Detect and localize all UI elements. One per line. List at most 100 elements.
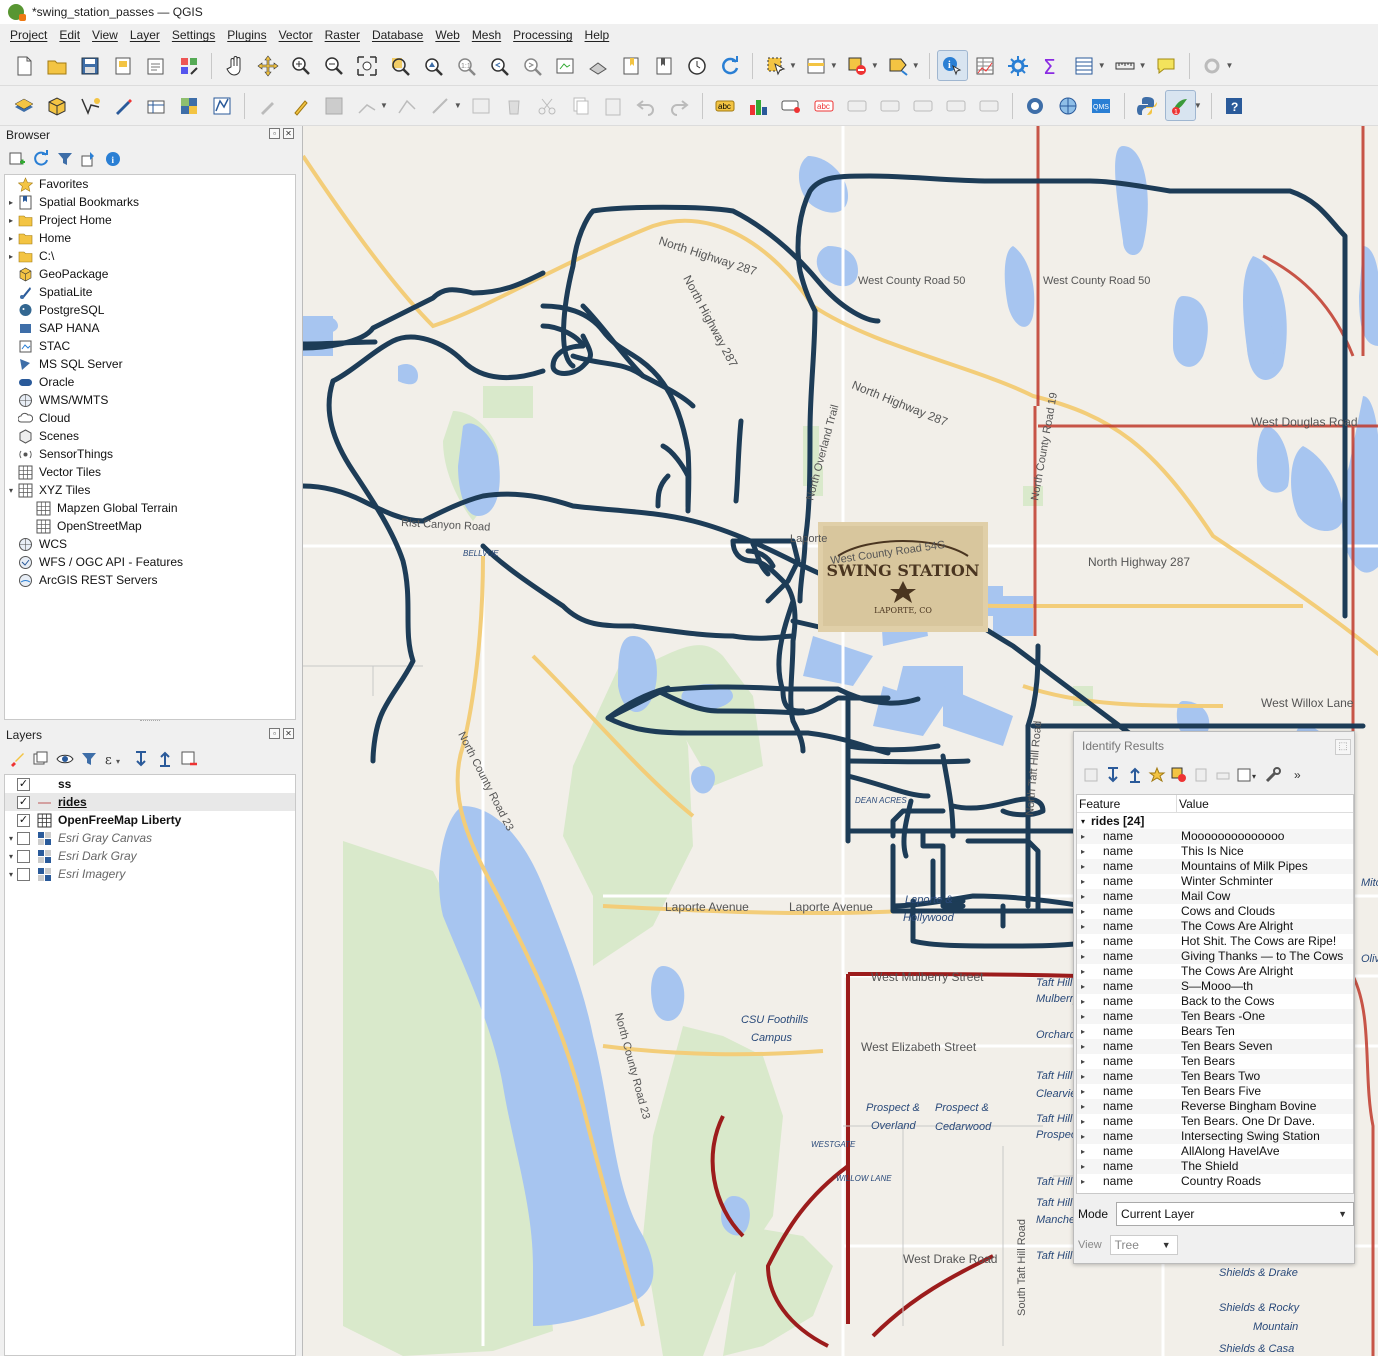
zoom-to-selection-icon[interactable]	[384, 50, 415, 81]
browser-item-geopackage[interactable]: GeoPackage	[5, 265, 295, 283]
chevron-down-icon[interactable]: ▼	[1098, 61, 1106, 70]
show-hide-labels-icon[interactable]	[842, 90, 873, 121]
filter-icon[interactable]	[56, 150, 74, 168]
browser-item-sap-hana[interactable]: SAP HANA	[5, 319, 295, 337]
new-spatial-bookmark-icon[interactable]	[615, 50, 646, 81]
feature-column-header[interactable]: Feature	[1077, 795, 1177, 812]
data-source-manager-icon[interactable]	[8, 90, 39, 121]
expand-arrow-icon[interactable]: ▸	[1081, 1069, 1085, 1084]
save-project-icon[interactable]	[74, 50, 105, 81]
identify-result-row[interactable]: ▸ name Mountains of Milk Pipes	[1077, 859, 1353, 874]
collapse-all-icon[interactable]	[1126, 766, 1144, 784]
expand-arrow-icon[interactable]: ▾	[5, 486, 17, 495]
chevron-down-icon[interactable]: ▼	[454, 101, 462, 110]
cut-features-icon[interactable]	[532, 90, 563, 121]
identify-result-row[interactable]: ▸ name S—Mooo—th	[1077, 979, 1353, 994]
menu-view[interactable]: View	[86, 28, 124, 42]
qms-icon[interactable]: QMS	[1086, 90, 1117, 121]
expand-arrow-icon[interactable]: ▸	[1081, 859, 1085, 874]
filter-expression-icon[interactable]: ε ▾	[104, 750, 126, 768]
expand-arrow-icon[interactable]: ▸	[1081, 1039, 1085, 1054]
close-icon[interactable]: ✕	[283, 128, 294, 139]
expand-all-icon[interactable]	[132, 750, 150, 768]
info-icon[interactable]: i	[104, 150, 122, 168]
style-manager-icon[interactable]	[173, 50, 204, 81]
expand-arrow-icon[interactable]: ▸	[1081, 1159, 1085, 1174]
pin-labels-icon[interactable]	[776, 90, 807, 121]
redo-icon[interactable]	[664, 90, 695, 121]
layer-item-openfreemap-liberty[interactable]: ✓ OpenFreeMap Liberty	[5, 811, 295, 829]
identify-result-row[interactable]: ▸ name Giving Thanks — to The Cows	[1077, 949, 1353, 964]
layer-visibility-checkbox[interactable]: ✓	[17, 813, 30, 827]
locator-settings-icon[interactable]	[1197, 50, 1228, 81]
save-edits-icon[interactable]	[318, 90, 349, 121]
add-selected-layers-icon[interactable]	[8, 150, 26, 168]
identify-result-row[interactable]: ▸ name Country Roads	[1077, 1174, 1353, 1189]
current-edits-icon[interactable]	[252, 90, 283, 121]
browser-item-wms-wmts[interactable]: WMS/WMTS	[5, 391, 295, 409]
identify-result-row[interactable]: ▸ name Ten Bears Two	[1077, 1069, 1353, 1084]
menu-vector[interactable]: Vector	[273, 28, 319, 42]
browser-item-arcgis-rest-servers[interactable]: ArcGIS REST Servers	[5, 571, 295, 589]
menu-layer[interactable]: Layer	[124, 28, 166, 42]
expand-arrow-icon[interactable]: ▸	[1081, 1174, 1085, 1189]
measure-line-icon[interactable]	[1110, 50, 1141, 81]
layer-item-esri-gray-canvas[interactable]: ▾ Esri Gray Canvas	[5, 829, 295, 847]
new-project-icon[interactable]	[8, 50, 39, 81]
expand-arrow-icon[interactable]: ▸	[1081, 904, 1085, 919]
web-globe-icon[interactable]	[1053, 90, 1084, 121]
expand-arrow-icon[interactable]: ▸	[1081, 1024, 1085, 1039]
layout-manager-icon[interactable]	[140, 50, 171, 81]
browser-item-home[interactable]: ▸ Home	[5, 229, 295, 247]
menu-plugins[interactable]: Plugins	[221, 28, 272, 42]
identify-mode-icon[interactable]: ▾	[1236, 766, 1260, 784]
chevron-down-icon[interactable]: ▼	[1226, 61, 1234, 70]
python-console-icon[interactable]	[1132, 90, 1163, 121]
identify-result-row[interactable]: ▸ name Moooooooooooooo	[1077, 829, 1353, 844]
select-features-icon[interactable]	[760, 50, 791, 81]
expand-arrow-icon[interactable]: ▸	[1081, 1054, 1085, 1069]
rides-result-group[interactable]: ▾ rides [24]	[1077, 813, 1353, 829]
menu-web[interactable]: Web	[429, 28, 465, 42]
zoom-out-icon[interactable]	[318, 50, 349, 81]
view-select[interactable]: Tree ▼	[1109, 1235, 1178, 1255]
close-icon[interactable]: ✕	[283, 728, 294, 739]
open-field-calculator-icon[interactable]	[1069, 50, 1100, 81]
temporal-controller-icon[interactable]	[681, 50, 712, 81]
modify-attributes-icon[interactable]	[425, 90, 456, 121]
chevron-down-icon[interactable]: ▼	[830, 61, 838, 70]
expand-arrow-icon[interactable]: ▸	[1081, 1009, 1085, 1024]
diagram-icon[interactable]	[743, 90, 774, 121]
identify-features-icon[interactable]: i	[936, 50, 968, 81]
identify-result-row[interactable]: ▸ name Ten Bears -One	[1077, 1009, 1353, 1024]
identify-result-row[interactable]: ▸ name Winter Schminter	[1077, 874, 1353, 889]
change-label-icon[interactable]	[974, 90, 1005, 121]
menu-edit[interactable]: Edit	[53, 28, 86, 42]
menu-processing[interactable]: Processing	[507, 28, 578, 42]
select-location-icon[interactable]	[883, 50, 914, 81]
expand-arrow-icon[interactable]: ▸	[1081, 949, 1085, 964]
value-column-header[interactable]: Value	[1177, 795, 1209, 812]
mode-select[interactable]: Current Layer ▼	[1116, 1202, 1355, 1226]
menu-help[interactable]: Help	[579, 28, 616, 42]
expand-arrow-icon[interactable]: ▸	[5, 198, 17, 207]
browser-item-scenes[interactable]: Scenes	[5, 427, 295, 445]
undo-icon[interactable]	[631, 90, 662, 121]
digitize-icon[interactable]	[107, 90, 138, 121]
identify-result-row[interactable]: ▸ name The Shield	[1077, 1159, 1353, 1174]
select-by-value-icon[interactable]	[801, 50, 832, 81]
browser-item-stac[interactable]: STAC	[5, 337, 295, 355]
chevron-down-icon[interactable]: ▾	[1081, 817, 1085, 826]
expand-arrow-icon[interactable]: ▸	[1081, 979, 1085, 994]
browser-item-openstreetmap[interactable]: OpenStreetMap	[5, 517, 295, 535]
vector-layer-icon[interactable]	[206, 90, 237, 121]
refresh-icon[interactable]	[32, 150, 50, 168]
paste-features-icon[interactable]	[598, 90, 629, 121]
browser-item-spatialite[interactable]: SpatiaLite	[5, 283, 295, 301]
browser-item-ms-sql-server[interactable]: MS SQL Server	[5, 355, 295, 373]
show-unplaced-labels-icon[interactable]	[875, 90, 906, 121]
rotate-label-icon[interactable]	[941, 90, 972, 121]
expand-arrow-icon[interactable]: ▸	[1081, 844, 1085, 859]
layer-visibility-checkbox[interactable]	[17, 831, 30, 845]
refresh-icon[interactable]	[714, 50, 745, 81]
